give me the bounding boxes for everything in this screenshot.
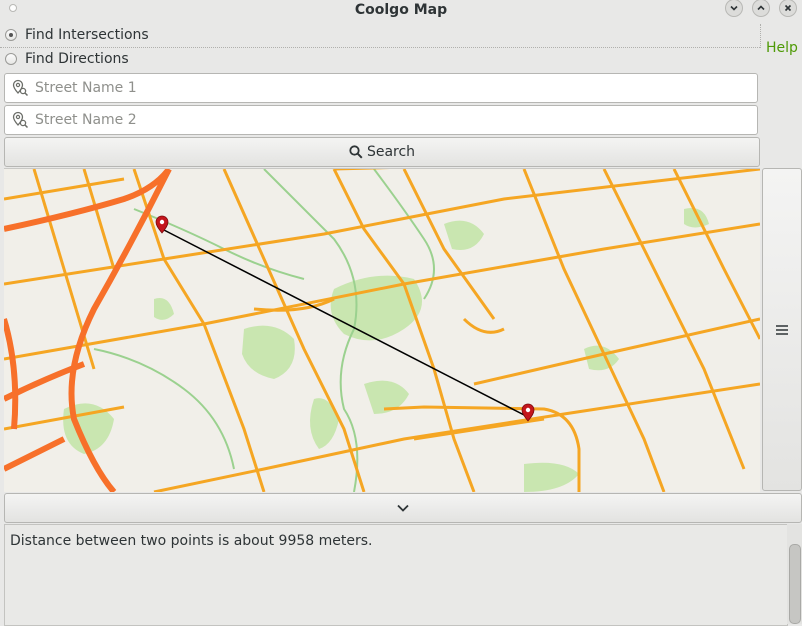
location-search-icon xyxy=(9,109,31,131)
radio-button-checked[interactable] xyxy=(5,29,17,41)
help-link[interactable]: Help xyxy=(766,40,798,56)
chevron-down-icon xyxy=(397,504,409,512)
location-search-icon xyxy=(9,77,31,99)
street-2-field[interactable] xyxy=(4,105,758,135)
scrollbar-thumb[interactable] xyxy=(789,544,801,624)
output-scrollbar[interactable] xyxy=(787,524,802,624)
street-2-input[interactable] xyxy=(35,112,757,128)
expand-panel-button[interactable] xyxy=(4,493,802,523)
search-icon xyxy=(349,145,363,159)
street-1-input[interactable] xyxy=(35,80,757,96)
distance-result-text: Distance between two points is about 995… xyxy=(10,533,373,549)
search-button-label: Search xyxy=(366,144,416,160)
window-title: Coolgo Map xyxy=(354,2,448,18)
map-canvas[interactable] xyxy=(4,169,760,492)
radio-label: Find Directions xyxy=(25,51,129,67)
street-1-field[interactable] xyxy=(4,73,758,103)
highways xyxy=(4,169,172,492)
dotted-separator-vertical xyxy=(760,24,761,48)
search-button[interactable]: Search xyxy=(4,137,760,167)
chevron-up-icon xyxy=(757,5,765,11)
close-icon xyxy=(784,4,792,12)
radio-label: Find Intersections xyxy=(25,27,149,43)
radio-button[interactable] xyxy=(5,53,17,65)
side-menu-button[interactable] xyxy=(762,168,802,491)
chevron-down-icon xyxy=(730,5,738,11)
output-text-area[interactable]: Distance between two points is about 995… xyxy=(4,524,788,626)
radio-find-intersections[interactable]: Find Intersections xyxy=(0,24,149,46)
map-view[interactable] xyxy=(4,168,760,492)
title-bar: Coolgo Map xyxy=(0,0,802,22)
hamburger-menu-icon xyxy=(776,324,788,335)
radio-find-directions[interactable]: Find Directions xyxy=(0,48,129,70)
